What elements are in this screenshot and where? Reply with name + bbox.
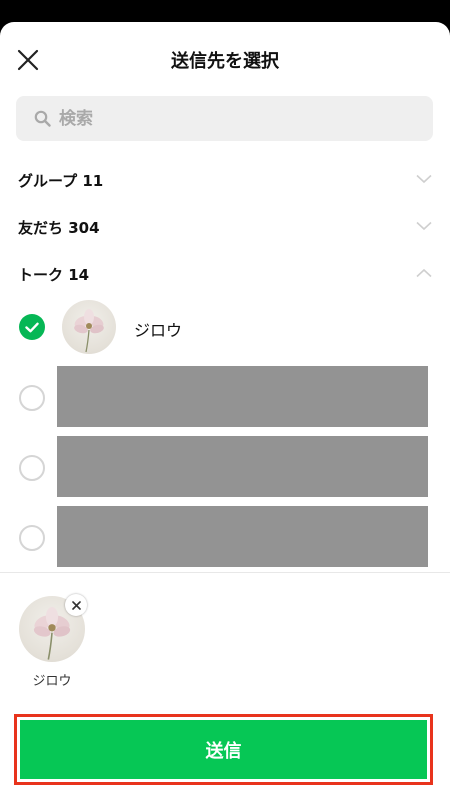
redacted-content [57,506,428,567]
send-button-highlight: 送信 [14,714,433,785]
section-label: 友だち 304 [18,219,100,237]
talk-item-redacted[interactable] [0,436,450,498]
section-label: トーク 14 [18,266,90,284]
checkbox-unchecked[interactable] [19,385,45,411]
close-icon [71,600,81,610]
search-input[interactable] [57,107,401,130]
section-friends[interactable]: 友だち 304 [0,207,450,247]
talk-item-jirou[interactable]: ジロウ [0,296,450,358]
contact-name: ジロウ [134,321,183,340]
talk-item-redacted[interactable] [0,366,450,428]
section-groups[interactable]: グループ 11 [0,160,450,200]
redacted-content [57,436,428,497]
talk-item-redacted[interactable] [0,506,450,568]
checkbox-unchecked[interactable] [19,455,45,481]
section-label: グループ 11 [18,172,104,190]
search-bar[interactable] [16,96,433,141]
check-icon [25,322,39,332]
checkbox-unchecked[interactable] [19,525,45,551]
share-sheet: 送信先を選択 グループ 11 友だち 304 トーク 14 [0,22,450,800]
avatar [62,300,116,354]
chevron-up-icon [416,268,432,278]
send-button[interactable]: 送信 [20,720,427,779]
selected-name: ジロウ [32,674,72,689]
header: 送信先を選択 [0,22,450,94]
checkbox-checked[interactable] [19,314,45,340]
chevron-down-icon [416,221,432,231]
selected-recipients: ジロウ [0,573,450,713]
page-title: 送信先を選択 [171,51,279,72]
section-talks[interactable]: トーク 14 [0,254,450,294]
flower-icon [74,309,104,353]
search-icon [34,110,51,127]
chevron-down-icon [416,174,432,184]
redacted-content [57,366,428,427]
remove-selected-button[interactable] [65,594,87,616]
